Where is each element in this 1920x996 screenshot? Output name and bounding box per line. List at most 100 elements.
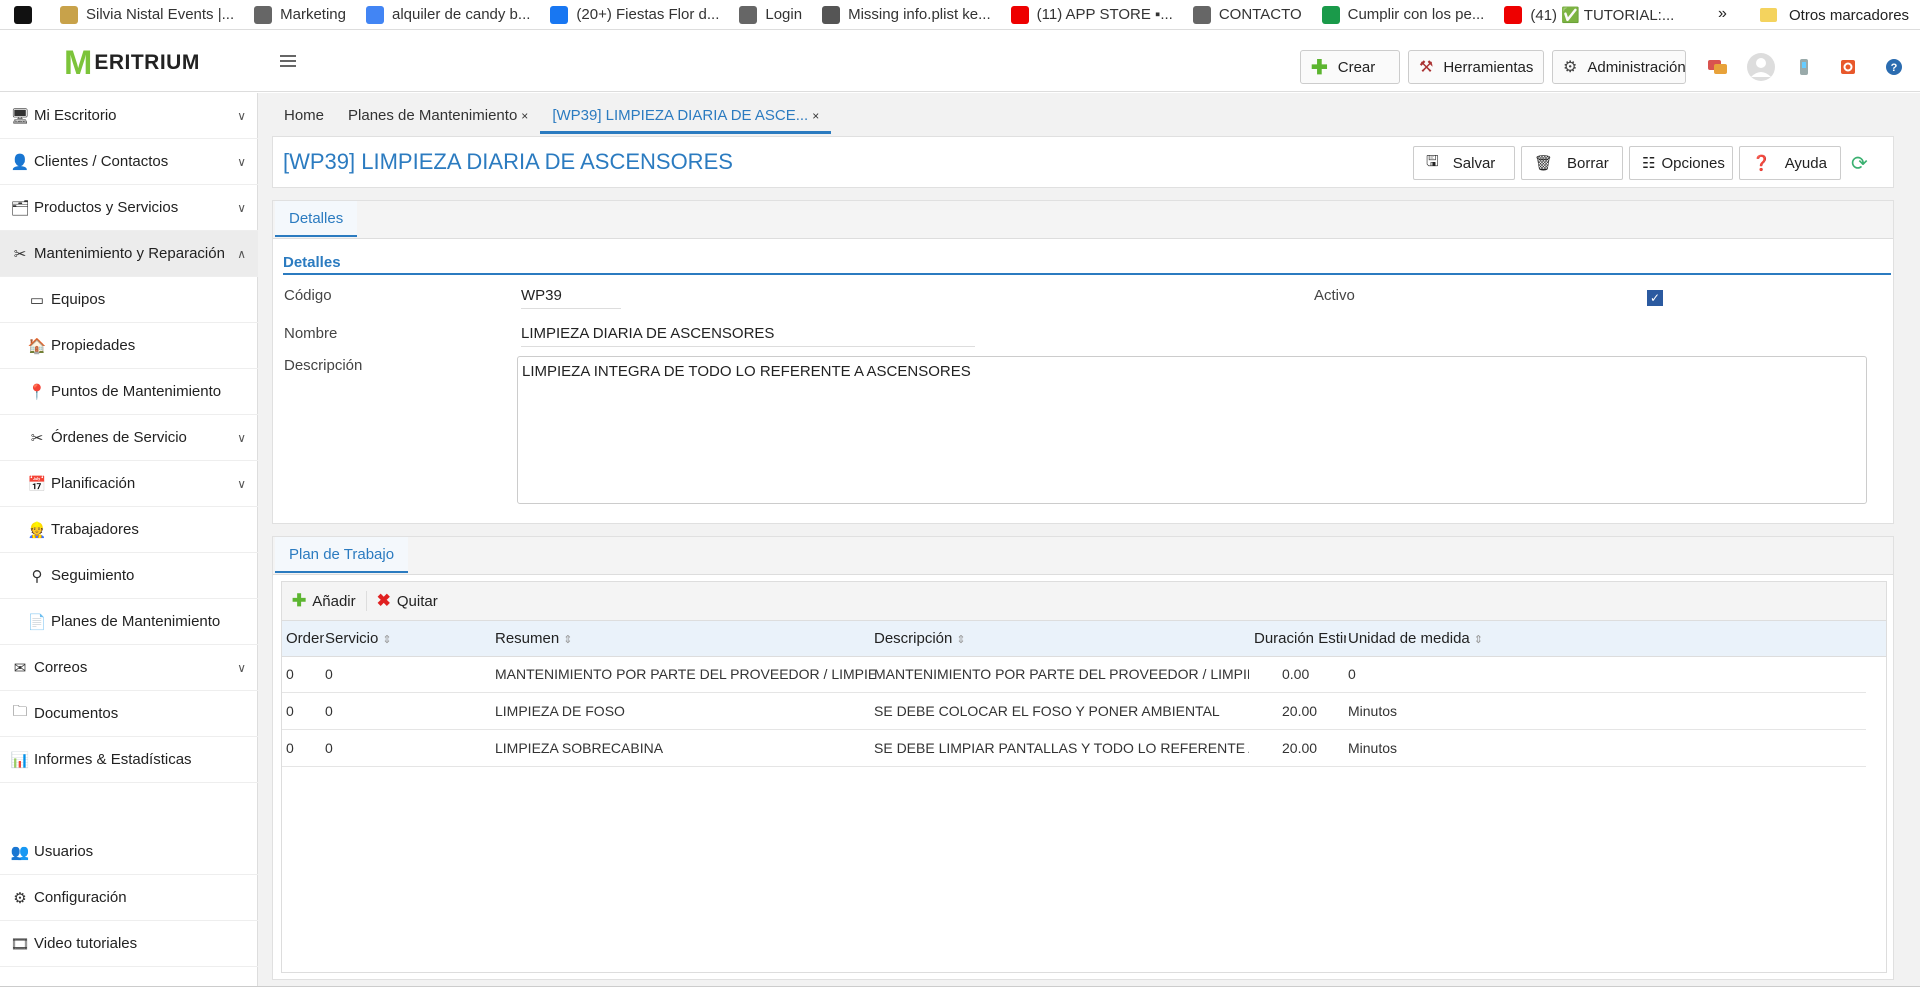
sidebar-item[interactable]: ✂ Mantenimiento y Reparación ∧	[0, 231, 258, 277]
chevron-icon[interactable]: ∨	[237, 109, 246, 123]
column-header[interactable]: Resumen ⇕	[495, 630, 870, 647]
sidebar-item[interactable]: 👥 Usuarios	[0, 829, 258, 875]
logo-mark: M	[64, 44, 93, 82]
tab-item[interactable]: Planes de Mantenimiento ×	[336, 100, 540, 134]
sidebar-item[interactable]: ✂ Órdenes de Servicio ∨	[0, 415, 258, 461]
chevron-icon[interactable]: ∨	[237, 431, 246, 445]
column-header[interactable]: Orden	[286, 630, 324, 647]
office-icon[interactable]	[1838, 57, 1858, 77]
name-label: Nombre	[284, 325, 338, 342]
device-icon[interactable]	[1794, 57, 1814, 77]
bookmarks-more-button[interactable]: »	[1718, 5, 1727, 23]
remove-button[interactable]: ✖ Quitar	[377, 591, 448, 611]
gear-icon: ⚙	[13, 889, 27, 907]
bookmark-item[interactable]	[14, 5, 40, 24]
tab-item[interactable]: [WP39] LIMPIEZA DIARIA DE ASCE... ×	[540, 100, 832, 134]
sidebar-item[interactable]: 🏠 Propiedades	[0, 323, 258, 369]
bookmark-item[interactable]: Login	[739, 5, 802, 24]
menu-toggle-icon[interactable]	[280, 55, 296, 70]
close-icon[interactable]: ×	[521, 109, 528, 123]
tools-button[interactable]: ⚒ Herramientas	[1408, 50, 1544, 84]
save-button[interactable]: 🖫 Salvar	[1413, 146, 1515, 180]
table-cell: 0	[286, 666, 294, 682]
chevron-icon[interactable]: ∧	[237, 247, 246, 261]
column-header[interactable]: Unidad de medida ⇕	[1348, 630, 1488, 647]
table-row[interactable]: 0 0 LIMPIEZA DE FOSO SE DEBE COLOCAR EL FOS…	[282, 694, 1866, 730]
bookmark-item[interactable]: (11) APP STORE ▪...	[1010, 5, 1173, 24]
bookmark-item[interactable]: Cumplir con los pe...	[1321, 5, 1484, 24]
sidebar-item-label: Seguimiento	[51, 567, 135, 584]
svg-text:?: ?	[1891, 62, 1898, 74]
bookmark-label: (20+) Fiestas Flor d...	[576, 6, 720, 23]
sort-icon[interactable]: ⇕	[382, 634, 391, 646]
description-textarea[interactable]: LIMPIEZA INTEGRA DE TODO LO REFERENTE A …	[517, 356, 1867, 504]
delete-label: Borrar	[1567, 154, 1609, 172]
name-field[interactable]: LIMPIEZA DIARIA DE ASCENSORES	[521, 325, 975, 347]
column-header[interactable]: Servicio ⇕	[325, 630, 490, 647]
table-cell: LIMPIEZA DE FOSO	[495, 703, 625, 719]
add-button[interactable]: ✚ Añadir	[292, 591, 367, 611]
other-bookmarks-label: Otros marcadores	[1789, 6, 1910, 24]
active-checkbox[interactable]: ✓	[1647, 290, 1663, 306]
facebook-icon	[550, 5, 569, 24]
refresh-icon[interactable]: ⟳	[1851, 151, 1868, 176]
table-cell: 20.00	[1282, 703, 1318, 719]
tab-work-plan[interactable]: Plan de Trabajo	[275, 537, 409, 573]
sidebar-item[interactable]: ⚲ Seguimiento	[0, 553, 258, 599]
chat-icon[interactable]	[1708, 57, 1728, 77]
sidebar-item[interactable]: 🗂 Productos y Servicios ∨	[0, 185, 258, 231]
help-button[interactable]: ❓ Ayuda	[1739, 146, 1841, 180]
sidebar-item[interactable]: 👷 Trabajadores	[0, 507, 258, 553]
help-icon[interactable]: ?	[1884, 57, 1904, 77]
tab-details[interactable]: Detalles	[275, 201, 358, 237]
sort-icon[interactable]: ⇕	[956, 634, 965, 646]
chevron-icon[interactable]: ∨	[237, 477, 246, 491]
sidebar-item[interactable]: ✉ Correos ∨	[0, 645, 258, 691]
table-row[interactable]: 0 0 LIMPIEZA SOBRECABINA SE DEBE LIMPIAR PA…	[282, 731, 1866, 767]
sort-icon[interactable]: ⇕	[563, 634, 572, 646]
table-row[interactable]: 0 0 MANTENIMIENTO POR PARTE DEL PROVEEDOR …	[282, 657, 1866, 693]
close-icon[interactable]: ×	[812, 109, 819, 123]
chevron-icon[interactable]: ∨	[237, 661, 246, 675]
logo[interactable]: M ERITRIUM	[64, 44, 200, 82]
column-header[interactable]: Duración Estimac	[1254, 630, 1346, 647]
sort-icon[interactable]: ⇕	[1474, 634, 1483, 646]
sidebar-item[interactable]: 🗀 Documentos	[0, 691, 258, 737]
column-header-label: Orden	[286, 630, 324, 647]
delete-button[interactable]: 🗑 Borrar	[1521, 146, 1623, 180]
sidebar-item[interactable]: 📍 Puntos de Mantenimiento	[0, 369, 258, 415]
bookmark-item[interactable]: alquiler de candy b...	[365, 5, 530, 24]
avatar[interactable]	[1744, 52, 1778, 82]
column-header-label: Unidad de medida	[1348, 630, 1470, 647]
column-header-label: Servicio	[325, 630, 379, 647]
admin-button[interactable]: ⚙ Administración	[1552, 50, 1686, 84]
tab-item[interactable]: Home	[272, 100, 336, 134]
sidebar-item[interactable]: 📄 Planes de Mantenimiento	[0, 599, 258, 645]
column-header[interactable]: Descripción ⇕	[874, 630, 1249, 647]
sidebar-item[interactable]: 📅 Planificación ∨	[0, 461, 258, 507]
sidebar-item[interactable]: 🎞 Video tutoriales	[0, 921, 258, 967]
other-bookmarks-button[interactable]: Otros marcadores	[1760, 0, 1909, 30]
bookmark-item[interactable]: (41) ✅ TUTORIAL:...	[1504, 5, 1674, 24]
sn-icon	[60, 5, 78, 24]
sidebar-item[interactable]: ▭ Equipos	[0, 277, 258, 323]
sidebar-item[interactable]: 🖥 Mi Escritorio ∨	[0, 93, 258, 139]
create-button[interactable]: ✚ Crear	[1300, 50, 1400, 84]
options-button[interactable]: ☷ Opciones	[1629, 146, 1733, 180]
table-cell: SE DEBE LIMPIAR PANTALLAS Y TODO LO REFE…	[874, 740, 1249, 756]
bookmark-label: (11) APP STORE ▪...	[1036, 6, 1173, 23]
code-field[interactable]: WP39	[521, 287, 621, 309]
bookmark-item[interactable]: Marketing	[254, 5, 346, 24]
sidebar-item[interactable]: 👤 Clientes / Contactos ∨	[0, 139, 258, 185]
chevron-icon[interactable]: ∨	[237, 155, 246, 169]
sidebar-item-label: Planificación	[51, 475, 136, 492]
column-header-label: Descripción	[874, 630, 953, 647]
bookmark-item[interactable]: (20+) Fiestas Flor d...	[550, 5, 720, 24]
bookmark-item[interactable]: Missing info.plist ke...	[822, 5, 991, 24]
chevron-icon[interactable]: ∨	[237, 201, 246, 215]
bookmark-item[interactable]: CONTACTO	[1192, 5, 1302, 24]
globe-icon	[1192, 5, 1211, 24]
sidebar-item[interactable]: ⚙ Configuración	[0, 875, 258, 921]
bookmark-item[interactable]: Silvia Nistal Events |...	[60, 5, 234, 24]
sidebar-item[interactable]: 📊 Informes & Estadísticas	[0, 737, 258, 783]
